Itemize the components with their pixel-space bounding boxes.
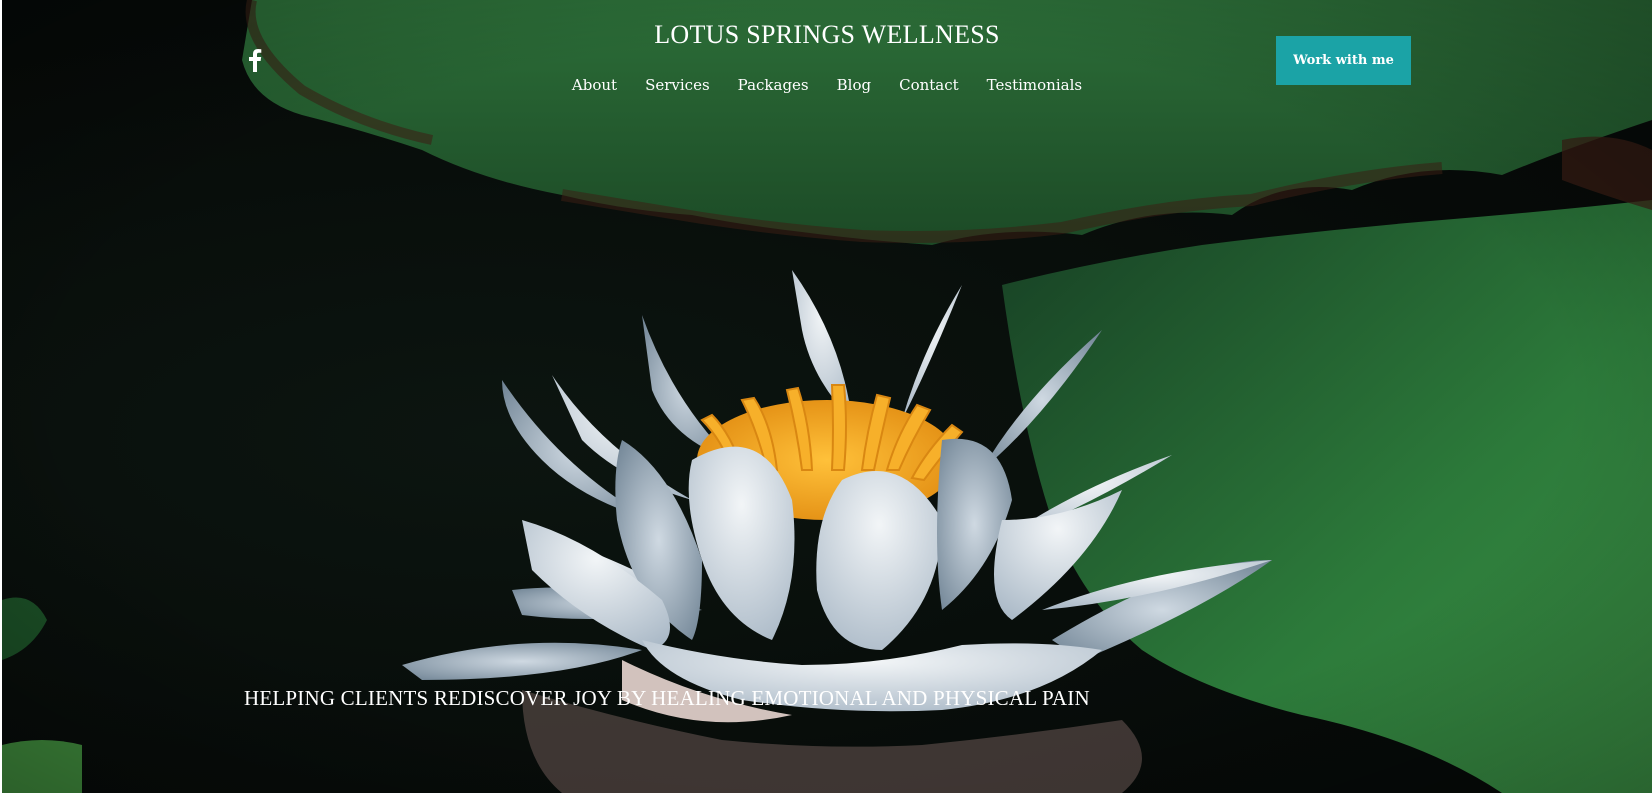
nav-item-about[interactable]: About <box>572 76 617 94</box>
hero-tagline: HELPING CLIENTS REDISCOVER JOY BY HEALIN… <box>244 686 1090 710</box>
nav-item-testimonials[interactable]: Testimonials <box>987 76 1082 94</box>
hero-section: LOTUS SPRINGS WELLNESS About Services Pa… <box>2 0 1652 793</box>
nav-item-blog[interactable]: Blog <box>837 76 871 94</box>
site-header: LOTUS SPRINGS WELLNESS About Services Pa… <box>2 0 1652 120</box>
nav-item-contact[interactable]: Contact <box>899 76 959 94</box>
nav-item-packages[interactable]: Packages <box>738 76 809 94</box>
facebook-icon[interactable] <box>248 48 262 72</box>
nav-item-services[interactable]: Services <box>645 76 710 94</box>
work-with-me-button[interactable]: Work with me <box>1276 36 1411 85</box>
